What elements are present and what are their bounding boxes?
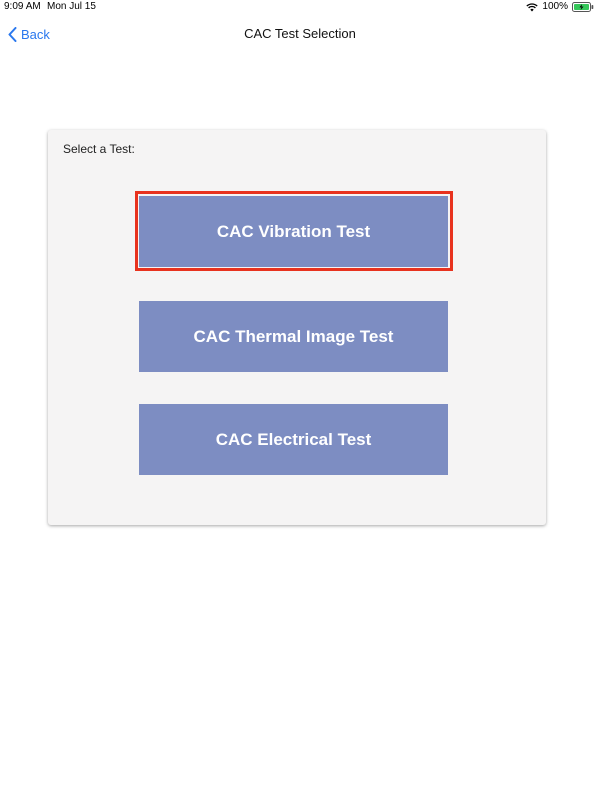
test-selection-card: Select a Test: CAC Vibration Test CAC Th… xyxy=(48,130,546,525)
navigation-bar: Back CAC Test Selection xyxy=(0,18,600,48)
page-title: CAC Test Selection xyxy=(244,26,356,41)
select-test-label: Select a Test: xyxy=(63,142,135,156)
thermal-image-test-button[interactable]: CAC Thermal Image Test xyxy=(139,301,448,372)
app-screen: 9:09 AM Mon Jul 15 100% Back CAC Test Se… xyxy=(0,0,600,800)
status-indicators: 100% xyxy=(526,0,594,14)
battery-percent: 100% xyxy=(542,1,568,12)
electrical-test-button[interactable]: CAC Electrical Test xyxy=(139,404,448,475)
wifi-icon xyxy=(526,2,539,12)
status-bar: 9:09 AM Mon Jul 15 100% xyxy=(0,0,600,14)
status-time: 9:09 AM xyxy=(4,1,41,12)
vibration-test-button[interactable]: CAC Vibration Test xyxy=(139,196,448,267)
status-date: Mon Jul 15 xyxy=(47,1,96,12)
battery-charging-icon xyxy=(572,2,594,12)
